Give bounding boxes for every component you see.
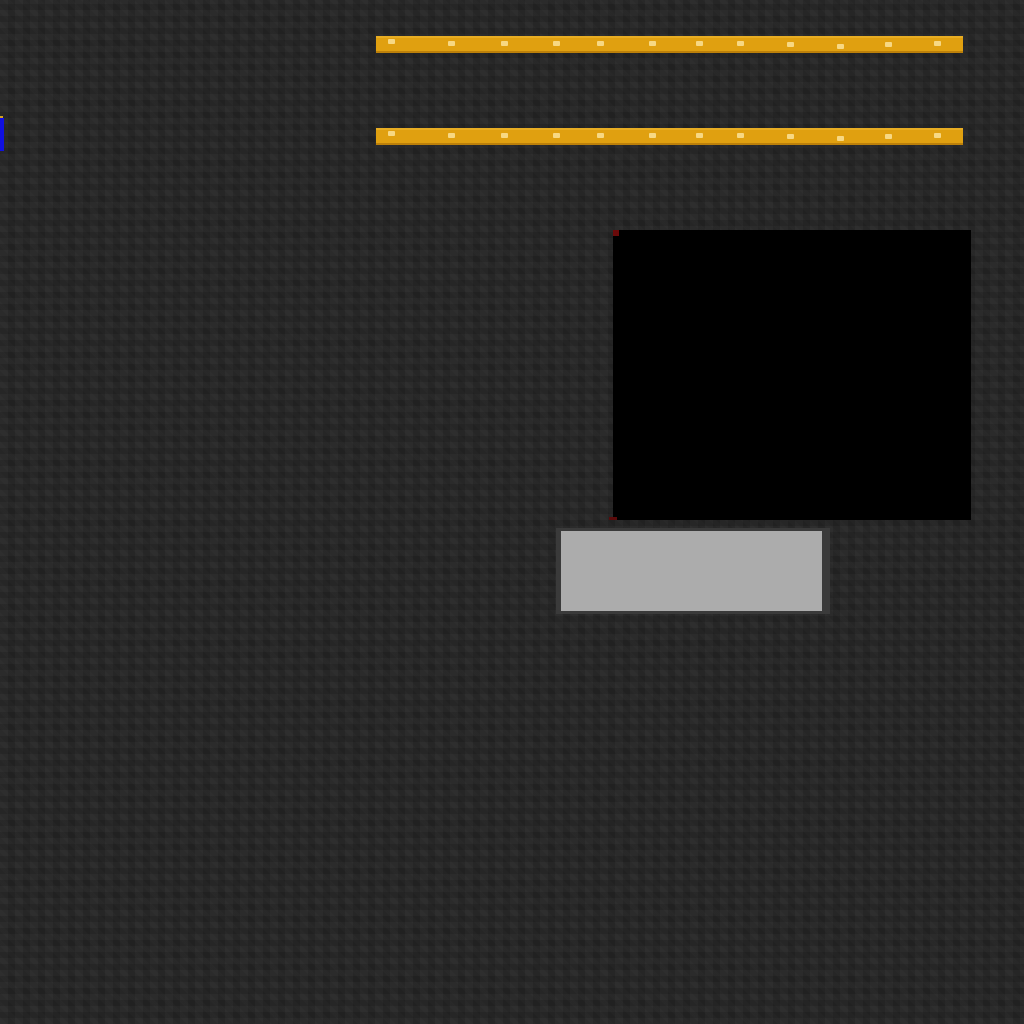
strip-bottom bbox=[376, 128, 963, 145]
strip-stud bbox=[787, 42, 794, 47]
strip-stud bbox=[696, 133, 703, 138]
gray-block bbox=[561, 531, 822, 611]
strip-stud bbox=[448, 41, 455, 46]
strip-stud bbox=[388, 131, 395, 136]
strip-stud bbox=[597, 133, 604, 138]
strip-stud bbox=[885, 42, 892, 47]
strip-stud bbox=[649, 41, 656, 46]
strip-stud bbox=[501, 133, 508, 138]
strip-stud bbox=[787, 134, 794, 139]
strip-stud bbox=[885, 134, 892, 139]
strip-stud bbox=[737, 41, 744, 46]
strip-stud bbox=[649, 133, 656, 138]
strip-stud bbox=[448, 133, 455, 138]
game-scene bbox=[0, 0, 1024, 1024]
strip-stud bbox=[553, 41, 560, 46]
strip-stud bbox=[737, 133, 744, 138]
strip-stud bbox=[501, 41, 508, 46]
strip-stud bbox=[388, 39, 395, 44]
strip-stud bbox=[934, 41, 941, 46]
strip-stud bbox=[597, 41, 604, 46]
dark-panel bbox=[613, 230, 971, 520]
strip-stud bbox=[696, 41, 703, 46]
panel-corner-marker bbox=[613, 230, 619, 236]
panel-corner-marker-bottom bbox=[609, 517, 617, 520]
side-marker bbox=[0, 118, 4, 151]
strip-top bbox=[376, 36, 963, 53]
strip-stud bbox=[837, 136, 844, 141]
strip-stud bbox=[553, 133, 560, 138]
strip-stud bbox=[837, 44, 844, 49]
strip-stud bbox=[934, 133, 941, 138]
